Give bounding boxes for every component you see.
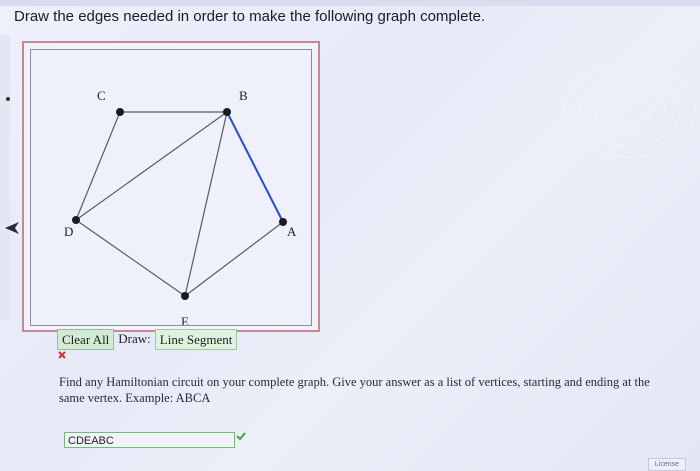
- mouse-cursor-icon: [5, 222, 19, 234]
- bullet-dot: [6, 97, 10, 101]
- vertex-label-d: D: [64, 224, 73, 239]
- vertex-label-a: A: [287, 224, 297, 239]
- hamiltonian-question: Find any Hamiltonian circuit on your com…: [59, 375, 650, 405]
- draw-tool-select[interactable]: Line Segment: [154, 328, 238, 350]
- vertex-label-c: C: [97, 88, 106, 103]
- license-button[interactable]: License: [648, 458, 686, 471]
- edge-db[interactable]: [75, 111, 228, 221]
- vertex-a[interactable]: [279, 218, 287, 226]
- vertex-b[interactable]: [223, 108, 231, 116]
- incorrect-x-icon: [58, 351, 66, 359]
- background-moire: [564, 62, 696, 158]
- edge-ba[interactable]: [226, 111, 284, 223]
- answer-input[interactable]: CDEABC: [64, 432, 235, 448]
- edge-de[interactable]: [75, 219, 186, 297]
- clear-all-button[interactable]: Clear All: [57, 328, 115, 350]
- correct-check-icon: [236, 432, 246, 441]
- graph-canvas[interactable]: C B D A E: [30, 49, 312, 326]
- vertex-label-b: B: [239, 88, 248, 103]
- vertex-d[interactable]: [72, 216, 80, 224]
- drawing-toolbar: Clear All Draw: Line Segment: [57, 328, 238, 350]
- draw-label: Draw:: [118, 331, 151, 346]
- vertex-e[interactable]: [181, 292, 189, 300]
- vertex-label-e: E: [181, 314, 189, 325]
- graph-drawing[interactable]: C B D A E: [31, 50, 311, 325]
- instruction-text: Draw the edges needed in order to make t…: [14, 8, 486, 25]
- left-edge-panel: [0, 35, 10, 320]
- vertex-c[interactable]: [116, 108, 124, 116]
- top-strip: [0, 0, 700, 6]
